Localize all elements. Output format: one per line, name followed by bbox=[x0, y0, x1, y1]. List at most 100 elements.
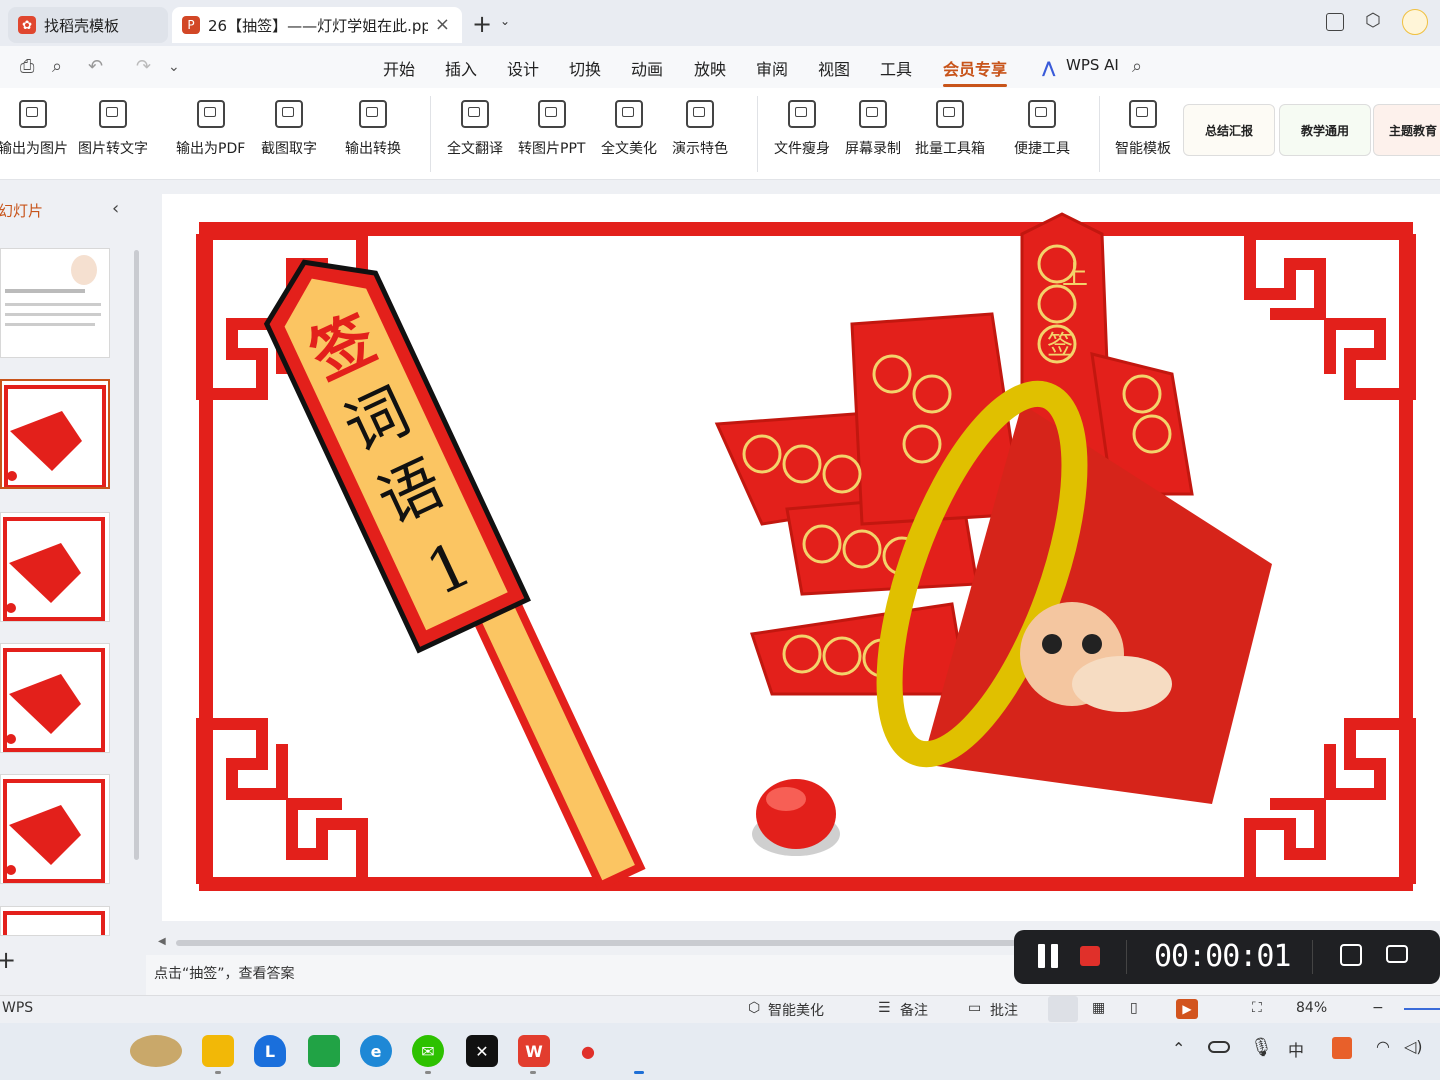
bucket-char: 上 bbox=[1062, 261, 1088, 291]
normal-view-icon[interactable] bbox=[1048, 996, 1078, 1022]
menu-wps-ai[interactable]: WPS AI bbox=[1066, 56, 1119, 74]
template-summary[interactable]: 总结汇报 bbox=[1183, 104, 1275, 156]
horizontal-scrollbar[interactable] bbox=[176, 940, 1016, 946]
tab-list-chevron-icon[interactable]: ⌄ bbox=[500, 14, 510, 28]
store-icon[interactable] bbox=[308, 1035, 340, 1067]
screen-record-button[interactable]: 屏幕录制 bbox=[845, 100, 901, 158]
redo-icon[interactable]: ↷ bbox=[136, 56, 151, 77]
ocr-icon bbox=[275, 100, 303, 128]
template-teaching[interactable]: 教学通用 bbox=[1279, 104, 1371, 156]
undo-icon[interactable]: ↶ bbox=[88, 56, 103, 77]
avatar[interactable] bbox=[1402, 9, 1428, 35]
input-method-icon[interactable]: 中 bbox=[1288, 1037, 1304, 1061]
smart-template-button[interactable]: 智能模板 bbox=[1115, 100, 1171, 158]
print-icon[interactable]: ⎙ bbox=[20, 56, 34, 77]
beautify-all-button[interactable]: 全文美化 bbox=[601, 100, 657, 158]
cube-icon[interactable]: ⬡ bbox=[1365, 10, 1381, 31]
zoom-out-icon[interactable]: − bbox=[1372, 1000, 1384, 1016]
stop-icon[interactable] bbox=[1080, 946, 1100, 966]
slide-thumbnail-5[interactable] bbox=[0, 774, 110, 884]
file-explorer-icon[interactable] bbox=[202, 1035, 234, 1067]
menu-design[interactable]: 设计 bbox=[507, 56, 539, 80]
wifi-icon[interactable]: ◠ bbox=[1376, 1037, 1390, 1056]
template-label: 总结汇报 bbox=[1204, 123, 1253, 138]
search-icon[interactable]: ⌕ bbox=[1132, 56, 1142, 77]
button-label: 图片转文字 bbox=[78, 141, 148, 157]
pdf-icon bbox=[196, 100, 225, 128]
volume-icon[interactable]: ◁) bbox=[1404, 1037, 1423, 1056]
image-to-text-button[interactable]: 图片转文字 bbox=[78, 100, 148, 158]
edge-browser-icon[interactable]: e bbox=[360, 1035, 392, 1067]
more-chevron-icon[interactable]: ⌄ bbox=[168, 59, 180, 75]
button-label: 转图片PPT bbox=[518, 141, 586, 157]
cloud-icon[interactable] bbox=[1208, 1041, 1230, 1053]
smart-beautify-button[interactable]: 智能美化 bbox=[768, 1000, 824, 1020]
slide-thumbnail-1[interactable] bbox=[0, 248, 110, 358]
capcut-icon[interactable]: ✕ bbox=[466, 1035, 498, 1067]
batch-toolbox-button[interactable]: 批量工具箱 bbox=[915, 100, 985, 158]
wps-office-icon[interactable]: W bbox=[518, 1035, 550, 1067]
menu-member[interactable]: 会员专享 bbox=[943, 56, 1008, 87]
lion-widget-icon[interactable] bbox=[130, 1035, 182, 1067]
menu-insert[interactable]: 插入 bbox=[445, 56, 477, 80]
editor-area: 签 词 语 1 上 签 ◀ bbox=[146, 180, 1440, 995]
export-pdf-button[interactable]: 输出为PDF bbox=[176, 100, 245, 158]
security-shield-icon[interactable]: L bbox=[254, 1035, 286, 1067]
zoom-slider[interactable] bbox=[1404, 1008, 1440, 1010]
tray-expand-icon[interactable]: ⌃ bbox=[1172, 1039, 1185, 1058]
template-theme-education[interactable]: 主题教育 bbox=[1373, 104, 1440, 156]
slide-thumbnail-2[interactable] bbox=[0, 379, 110, 489]
menu-animation[interactable]: 动画 bbox=[631, 56, 663, 80]
menu-view[interactable]: 视图 bbox=[818, 56, 850, 80]
reading-view-icon[interactable]: ▯ bbox=[1130, 1000, 1138, 1016]
quick-tools-button[interactable]: 便捷工具 bbox=[1014, 100, 1070, 158]
close-tab-icon[interactable]: × bbox=[435, 14, 450, 35]
menu-tools[interactable]: 工具 bbox=[880, 56, 912, 80]
image-text-icon bbox=[99, 100, 127, 128]
new-tab-icon[interactable]: + bbox=[472, 10, 492, 38]
tools-icon bbox=[1028, 100, 1056, 128]
recorder-app-icon[interactable]: ● bbox=[572, 1035, 604, 1067]
button-label: 智能模板 bbox=[1115, 141, 1171, 157]
thumbnail-art bbox=[3, 779, 105, 883]
fit-window-icon[interactable]: ⛶ bbox=[1252, 1000, 1262, 1016]
play-slideshow-icon[interactable]: ▶ bbox=[1176, 999, 1198, 1019]
recording-time: 00:00:01 bbox=[1154, 939, 1291, 974]
collapse-panel-icon[interactable]: ‹ bbox=[112, 198, 119, 219]
zoom-level[interactable]: 84% bbox=[1296, 1000, 1327, 1016]
slide-thumbnail-6[interactable] bbox=[0, 906, 110, 936]
screenshot-ocr-button[interactable]: 截图取字 bbox=[261, 100, 317, 158]
print-preview-icon[interactable]: ⌕ bbox=[52, 56, 62, 77]
panel-scrollbar[interactable] bbox=[134, 250, 139, 860]
export-image-button[interactable]: 输出为图片 bbox=[0, 100, 68, 158]
add-slide-icon[interactable]: + bbox=[0, 946, 16, 974]
notes-button[interactable]: 备注 bbox=[900, 1000, 928, 1020]
presentation-features-button[interactable]: 演示特色 bbox=[672, 100, 728, 158]
scroll-left-icon[interactable]: ◀ bbox=[158, 936, 166, 947]
image-icon bbox=[19, 100, 47, 128]
to-image-ppt-button[interactable]: 转图片PPT bbox=[518, 100, 585, 158]
slide-canvas[interactable]: 签 词 语 1 上 签 bbox=[162, 194, 1440, 921]
comment-button[interactable]: 批注 bbox=[990, 1000, 1018, 1020]
microphone-icon[interactable]: 🎙 bbox=[1250, 1037, 1273, 1058]
tab-current-presentation[interactable]: P 26【抽签】——灯灯学姐在此.ppt × bbox=[172, 7, 462, 43]
camera-icon[interactable] bbox=[1386, 945, 1408, 963]
slide-thumbnail-3[interactable] bbox=[0, 512, 110, 622]
wps-ai-icon: ⋀ bbox=[1042, 58, 1056, 77]
menu-transition[interactable]: 切换 bbox=[569, 56, 601, 80]
pause-icon[interactable] bbox=[1038, 944, 1060, 968]
wechat-icon[interactable]: ✉ bbox=[412, 1035, 444, 1067]
layout-icon[interactable] bbox=[1326, 13, 1344, 31]
slide-thumbnail-4[interactable] bbox=[0, 643, 110, 753]
menu-slideshow[interactable]: 放映 bbox=[694, 56, 726, 80]
grid-view-icon[interactable]: ▦ bbox=[1092, 1000, 1105, 1016]
button-label: 全文翻译 bbox=[447, 141, 503, 157]
screenshot-area-icon[interactable] bbox=[1340, 944, 1362, 966]
tab-docer-templates[interactable]: ✿ 找稻壳模板 bbox=[8, 7, 168, 43]
html5-icon[interactable] bbox=[1332, 1037, 1352, 1059]
file-slim-button[interactable]: 文件瘦身 bbox=[774, 100, 830, 158]
menu-start[interactable]: 开始 bbox=[383, 56, 415, 80]
menu-review[interactable]: 审阅 bbox=[756, 56, 788, 80]
translate-button[interactable]: 全文翻译 bbox=[447, 100, 503, 158]
export-convert-button[interactable]: 输出转换 bbox=[345, 100, 401, 158]
